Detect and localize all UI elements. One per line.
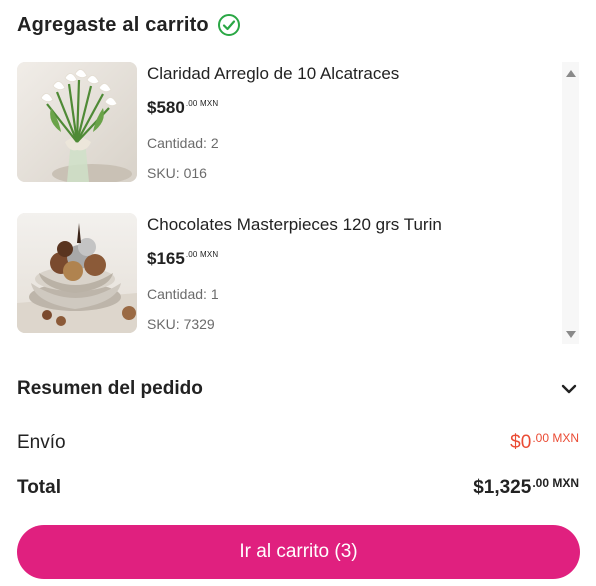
product-sku: SKU: 016 — [147, 165, 207, 181]
product-price: $580 .00 MXN — [147, 98, 218, 118]
shipping-cents: .00 MXN — [532, 431, 579, 445]
scroll-down-arrow-icon[interactable] — [562, 330, 579, 340]
shipping-row: Envío $0 .00 MXN — [17, 431, 579, 454]
cart-added-header: Agregaste al carrito — [17, 13, 241, 37]
shipping-value: $0 — [510, 432, 532, 453]
order-summary-toggle[interactable]: Resumen del pedido — [17, 378, 579, 400]
order-summary-title: Resumen del pedido — [17, 378, 203, 399]
product-quantity: Cantidad: 1 — [147, 286, 219, 302]
product-sku: SKU: 7329 — [147, 316, 215, 332]
price-cents: .00 MXN — [185, 250, 219, 259]
price-amount: $580 — [147, 98, 185, 117]
product-name[interactable]: Claridad Arreglo de 10 Alcatraces — [147, 64, 399, 84]
cart-item: Claridad Arreglo de 10 Alcatraces $580 .… — [17, 62, 562, 184]
scroll-up-arrow-icon[interactable] — [562, 68, 579, 78]
shipping-label: Envío — [17, 432, 66, 453]
total-amount: $1,325 .00 MXN — [473, 476, 579, 499]
check-circle-icon — [217, 14, 240, 36]
product-name[interactable]: Chocolates Masterpieces 120 grs Turin — [147, 215, 442, 235]
shipping-amount: $0 .00 MXN — [510, 431, 579, 454]
chevron-down-icon[interactable] — [559, 379, 579, 399]
total-cents: .00 MXN — [532, 476, 579, 490]
total-value: $1,325 — [473, 477, 532, 498]
page-title: Agregaste al carrito — [17, 13, 209, 36]
price-cents: .00 MXN — [185, 99, 219, 108]
product-quantity: Cantidad: 2 — [147, 135, 219, 151]
total-row: Total $1,325 .00 MXN — [17, 476, 579, 499]
cart-item: Chocolates Masterpieces 120 grs Turin $1… — [17, 213, 562, 335]
product-image-calla-lilies[interactable] — [17, 62, 137, 182]
product-price: $165 .00 MXN — [147, 249, 218, 269]
product-image-chocolates[interactable] — [17, 213, 137, 333]
go-to-cart-button[interactable]: Ir al carrito (3) — [17, 525, 580, 579]
total-label: Total — [17, 477, 61, 498]
items-scrollbar[interactable] — [562, 62, 579, 344]
price-amount: $165 — [147, 249, 185, 268]
